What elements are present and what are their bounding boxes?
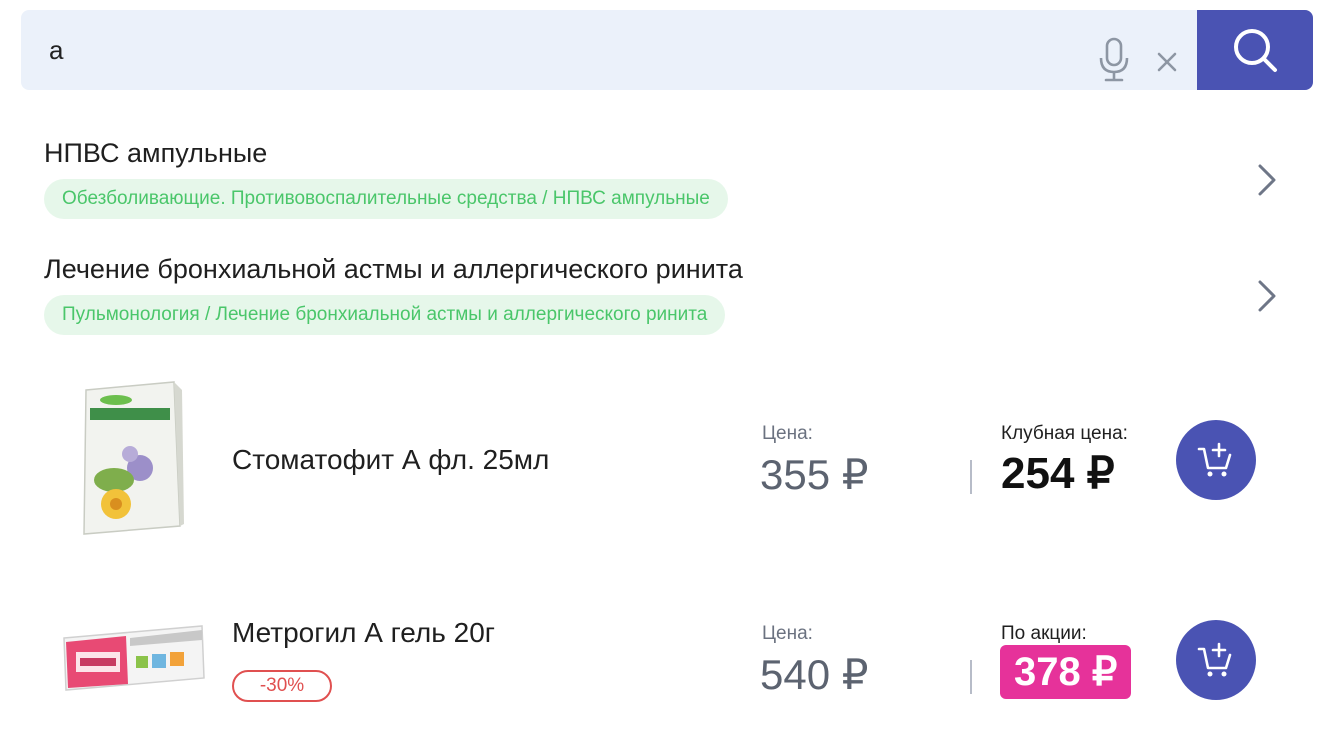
add-to-cart-icon	[1197, 642, 1232, 677]
price-divider	[970, 460, 972, 494]
add-to-cart-icon	[1197, 442, 1232, 477]
promo-price-label: По акции:	[1001, 623, 1087, 644]
add-to-cart-button[interactable]	[1176, 620, 1256, 700]
add-to-cart-button[interactable]	[1176, 420, 1256, 500]
product-name[interactable]: Метрогил А гель 20г	[232, 617, 495, 649]
category-path-badge: Пульмонология / Лечение бронхиальной аст…	[44, 295, 726, 335]
promo-price-badge: 378 ₽	[1000, 645, 1132, 699]
search-input[interactable]	[21, 10, 1061, 90]
microphone-icon[interactable]	[1097, 37, 1131, 83]
close-icon[interactable]	[1154, 49, 1180, 75]
search-button[interactable]	[1197, 10, 1313, 90]
product-image[interactable]	[56, 376, 206, 536]
category-suggestion[interactable]: Лечение бронхиальной астмы и аллергическ…	[44, 254, 1284, 354]
product-name[interactable]: Стоматофит А фл. 25мл	[232, 444, 549, 476]
search-bar	[21, 10, 1313, 90]
chevron-right-icon	[1258, 280, 1276, 312]
category-suggestion[interactable]: НПВС ампульные Обезболивающие. Противово…	[44, 138, 1284, 238]
price-label: Цена:	[762, 623, 813, 644]
chevron-right-icon	[1258, 164, 1276, 196]
price-label: Цена:	[762, 423, 813, 444]
product-image[interactable]	[56, 580, 206, 710]
category-title: Лечение бронхиальной астмы и аллергическ…	[44, 254, 743, 284]
discount-badge: -30%	[232, 670, 332, 702]
club-price: 254 ₽	[1001, 449, 1115, 498]
regular-price: 540 ₽	[760, 651, 869, 698]
regular-price: 355 ₽	[760, 451, 869, 498]
price-divider	[970, 660, 972, 694]
club-price-label: Клубная цена:	[1001, 423, 1128, 444]
category-path-badge: Обезболивающие. Противовоспалительные ср…	[44, 179, 728, 219]
search-icon	[1234, 29, 1277, 72]
category-title: НПВС ампульные	[44, 138, 268, 168]
